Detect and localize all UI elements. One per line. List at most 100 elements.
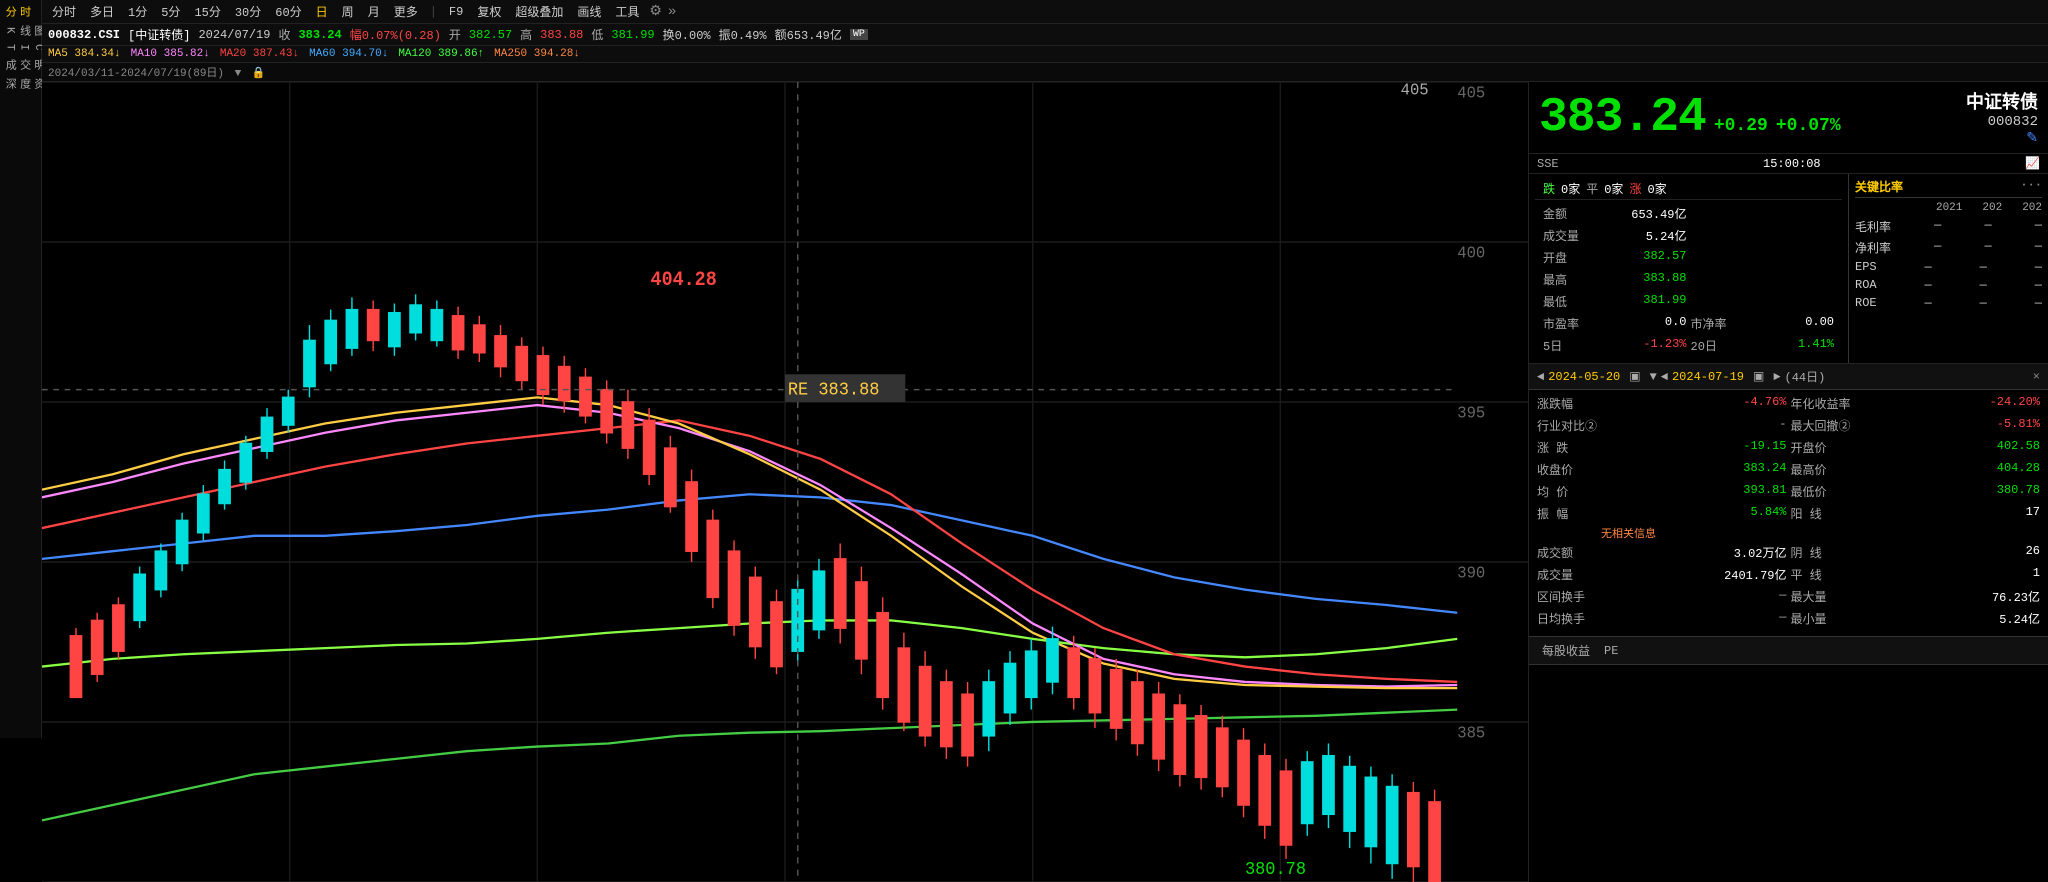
rise-fall-val: -19.15 [1601,437,1786,458]
btn-superoverlay[interactable]: 超级叠加 [511,2,567,21]
interval-1min[interactable]: 1分 [124,2,151,21]
chart-icon[interactable]: 📈 [2025,156,2040,171]
empty-label [1791,525,1851,541]
empty10 [1731,291,1834,312]
industry-val: - [1601,415,1786,436]
interval-fenshi[interactable]: 分时 [48,2,80,21]
edit-icon[interactable]: ✎ [2026,131,2038,147]
fall-label: 跌 [1543,180,1555,197]
sidebar-item-tick[interactable]: TICK [0,40,41,55]
eps-label: EPS [1855,260,1877,274]
avg-price-label: 均 价 [1537,481,1597,502]
ratio-year-header: 2021 202 202 [1855,202,2042,216]
roe-1: — [1925,296,1932,310]
tab-pe[interactable]: PE [1599,642,1623,660]
change-pct: +0.07% [1776,116,1841,136]
volume-val: 5.24亿 [1583,225,1686,246]
svg-text:400: 400 [1457,243,1485,263]
period-days: (44日) [1785,368,1826,385]
btn-f9[interactable]: F9 [445,4,467,20]
btn-tools[interactable]: 工具 [611,2,643,21]
wp-badge: WP [850,29,868,40]
no-info-empty [1537,525,1597,541]
net-margin-row: 净利率 — — — [1855,237,2042,258]
roa-2: — [1980,278,1987,292]
interval-more[interactable]: 更多 [390,2,422,21]
ma60-label: MA60 394.70↓ [309,48,388,60]
industry-label: 行业对比② [1537,415,1597,436]
net-margin-label: 净利率 [1855,239,1891,256]
roe-2: — [1980,296,1987,310]
sep1: | [430,5,437,19]
interval-15min[interactable]: 15分 [190,2,224,21]
gross-margin-label: 毛利率 [1855,218,1891,235]
chg-pct-val: -4.76% [1601,393,1786,414]
interval-5min[interactable]: 5分 [157,2,184,21]
interval-duori[interactable]: 多日 [86,2,118,21]
period-end[interactable]: 2024-07-19 [1672,370,1744,384]
avg-price-val: 393.81 [1601,481,1786,502]
yang-line-val: 17 [1855,503,2040,524]
flat-line-val: 1 [1855,564,2040,585]
min-vol-val: 5.24亿 [1855,608,2040,629]
chart-area: 405 400 395 390 385 [42,82,2048,882]
period-arrow-left1[interactable]: ◄ [1537,370,1544,384]
sidebar-item-fen[interactable]: 分时 [0,2,41,21]
btn-draw[interactable]: 画线 [573,2,605,21]
stock-date: 2024/07/19 [198,28,270,42]
more-icon[interactable]: ··· [2020,178,2042,195]
empty7 [1691,269,1727,290]
period-close-btn[interactable]: × [2033,370,2040,384]
index-name-area: 中证转债 000832 ✎ [1966,88,2038,147]
interval-30min[interactable]: 30分 [231,2,265,21]
period-stats-grid: 涨跌幅 -4.76% 年化收益率 -24.20% 行业对比② - 最大回撤② -… [1529,390,2048,632]
volume2-val: 2401.79亿 [1601,564,1786,585]
turnover-label: 区间换手 [1537,586,1597,607]
tab-eps[interactable]: 每股收益 [1537,640,1595,661]
period-arrow-left2[interactable]: ◄ [1661,370,1668,384]
interval-day[interactable]: 日 [312,2,332,21]
sidebar-item-deal[interactable]: 成交明细 [0,55,41,74]
expand-icon[interactable]: » [668,4,676,20]
empty4 [1731,225,1834,246]
period-cal1[interactable]: ▣ [1624,367,1645,386]
period-start[interactable]: 2024-05-20 [1548,370,1620,384]
roe-row: ROE — — — [1855,294,2042,312]
chart-canvas[interactable]: 405 400 395 390 385 [42,82,1528,882]
yang-line-label: 阳 线 [1791,503,1851,524]
interval-60min[interactable]: 60分 [271,2,305,21]
high-val: 383.88 [1583,269,1686,290]
interval-week[interactable]: 周 [338,2,358,21]
open-price-label: 开盘价 [1791,437,1851,458]
empty2 [1731,203,1834,224]
sse-label: SSE [1537,157,1559,171]
ma20-label: MA20 387.43↓ [220,48,299,60]
period-arrow-right[interactable]: ► [1773,370,1780,384]
key-ratio-panel: 关键比率 ··· 2021 202 202 毛利率 — — — [1848,174,2048,363]
empty9 [1691,291,1727,312]
sidebar-item-depth[interactable]: 深度资料 [0,74,41,93]
settings-icon[interactable]: ⚙ [649,3,662,20]
amount-val: 653.49亿 [1583,203,1686,224]
upper-right-section: 跌 0家 平 0家 涨 0家 金额 653.49亿 成交量 5 [1529,174,2048,364]
flat-val: 0家 [1604,180,1623,197]
roa-label: ROA [1855,278,1877,292]
roa-1: — [1925,278,1932,292]
sidebar-item-k[interactable]: K线图 [0,21,41,40]
amount2-label: 成交额 [1537,542,1597,563]
key-ratio-title: 关键比率 ··· [1855,178,2042,198]
btn-fuquan[interactable]: 复权 [473,2,505,21]
period-cal2[interactable]: ▣ [1748,367,1769,386]
period-selector: ◄ 2024-05-20 ▣ ▼ ◄ 2024-07-19 ▣ ► (44日) … [1529,364,2048,390]
gross-margin-2: — [1984,218,1991,235]
interval-month[interactable]: 月 [364,2,384,21]
eps-row: EPS — — — [1855,258,2042,276]
eps-3: — [2035,260,2042,274]
stats-grid: 金额 653.49亿 成交量 5.24亿 开盘 382.57 最高 3 [1535,200,1842,359]
low-label: 最低 [1543,291,1579,312]
low-val: 381.99 [1583,291,1686,312]
left-sidebar: 分时 K线图 TICK 成交明细 深度资料 [0,0,42,738]
volume-ratio: 换0.00% [663,26,711,43]
label-close: 收 [278,26,290,43]
amount: 额653.49亿 [775,26,842,43]
